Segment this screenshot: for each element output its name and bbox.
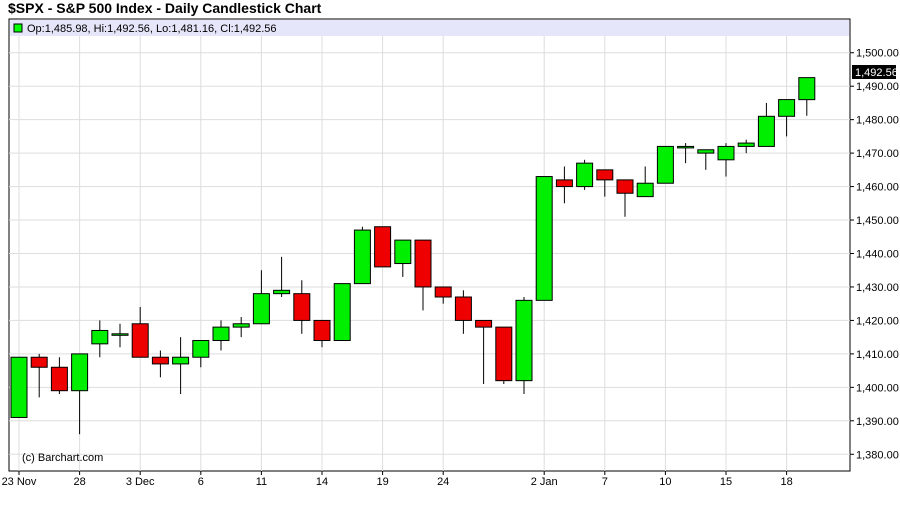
x-tick-label: 19 [376, 476, 388, 488]
x-tick-label: 2 Jan [531, 476, 558, 488]
candle-body [192, 340, 210, 358]
candle-body [798, 77, 816, 101]
candle-body [374, 226, 392, 268]
candle [576, 159, 594, 190]
y-tick-label: 1,390.00 [856, 416, 899, 428]
candle-body [616, 179, 634, 194]
candle-body [111, 333, 129, 336]
candle [353, 226, 371, 285]
candle-body [656, 145, 674, 184]
y-tick-label: 1,410.00 [856, 349, 899, 361]
candle-body [454, 296, 472, 321]
y-tick-label: 1,460.00 [856, 182, 899, 194]
candle-body [737, 142, 755, 147]
candle-body [414, 239, 432, 288]
candle-body [555, 179, 573, 188]
candle-body [778, 99, 796, 117]
candle-body [576, 162, 594, 188]
candle-body [677, 145, 695, 149]
x-tick-label: 6 [198, 476, 204, 488]
x-tick-label: 18 [780, 476, 792, 488]
candle-body [394, 239, 412, 265]
y-tick-label: 1,430.00 [856, 282, 899, 294]
candle-body [757, 115, 775, 147]
x-tick-label: 3 Dec [126, 476, 155, 488]
candle [535, 176, 553, 301]
candle-body [313, 319, 331, 341]
candlestick-chart: Op:1,485.98, Hi:1,492.56, Lo:1,481.16, C… [2, 18, 899, 488]
y-axis: 1,380.00 1,390.00 1,400.00 1,410.00 1,420.00… [850, 48, 899, 461]
candle-body [252, 293, 270, 325]
last-price-marker: 1,492.56 [852, 65, 898, 79]
legend-swatch [13, 23, 23, 33]
candle-body [91, 329, 109, 345]
candle-body [151, 356, 169, 365]
candle-body [475, 319, 493, 328]
y-tick-label: 1,490.00 [856, 81, 899, 93]
candle-body [30, 356, 48, 368]
y-tick-label: 1,450.00 [856, 215, 899, 227]
candle-body [131, 323, 149, 358]
candle-body [434, 286, 452, 298]
y-tick-label: 1,380.00 [856, 449, 899, 461]
candle-body [273, 289, 291, 295]
candle-body [333, 283, 351, 342]
candle-body [495, 326, 513, 382]
y-tick-label: 1,470.00 [856, 148, 899, 160]
candle-body [172, 356, 190, 365]
watermark: (c) Barchart.com [22, 452, 103, 464]
x-tick-label: 15 [720, 476, 732, 488]
candle [515, 297, 533, 395]
x-tick-label: 23 Nov [2, 476, 37, 488]
candle-body [636, 182, 654, 198]
candle [10, 356, 28, 418]
candle-body [596, 169, 614, 181]
candle [374, 226, 392, 268]
y-tick-label: 1,500.00 [856, 48, 899, 60]
last-price-label: 1,492.56 [855, 67, 898, 79]
x-axis: 23 Nov 28 3 Dec 6 11 14 19 24 2 Jan 7 10 15 18 [2, 471, 793, 488]
candle-body [212, 326, 230, 342]
candle-body [293, 293, 311, 321]
candle-body [50, 366, 68, 392]
candle [495, 326, 513, 384]
x-tick-label: 10 [659, 476, 671, 488]
x-tick-label: 24 [437, 476, 449, 488]
candle-body [515, 299, 533, 382]
candle-body [697, 149, 715, 154]
y-tick-label: 1,420.00 [856, 315, 899, 327]
x-tick-label: 28 [73, 476, 85, 488]
legend-ohlc-text: Op:1,485.98, Hi:1,492.56, Lo:1,481.16, C… [27, 23, 277, 35]
candle [333, 283, 351, 342]
y-tick-label: 1,400.00 [856, 382, 899, 394]
candle [656, 145, 674, 184]
candle-body [353, 229, 371, 285]
candle-body [232, 323, 250, 328]
candle-body [717, 145, 735, 161]
y-tick-label: 1,480.00 [856, 115, 899, 127]
candle-body [535, 176, 553, 301]
candle-body [71, 353, 89, 392]
x-tick-label: 14 [316, 476, 328, 488]
x-tick-label: 11 [256, 476, 267, 488]
y-tick-label: 1,440.00 [856, 249, 899, 261]
x-tick-label: 7 [602, 476, 608, 488]
candle-body [10, 356, 28, 418]
